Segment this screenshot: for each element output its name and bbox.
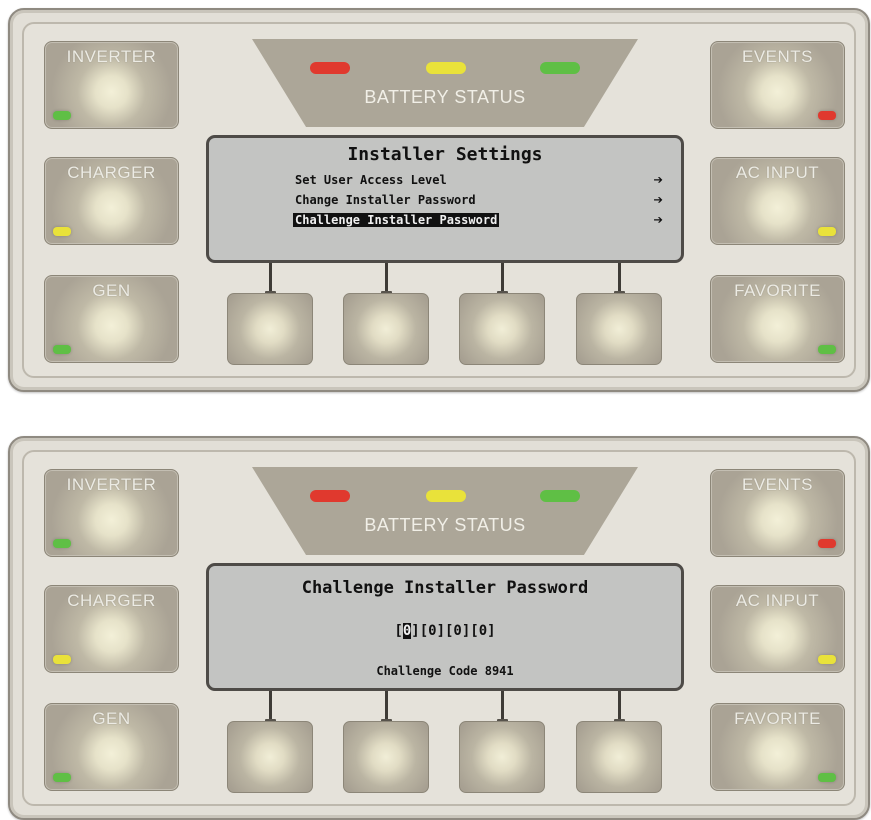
- password-digit-3[interactable]: 0: [453, 623, 461, 639]
- ac-input-label: AC INPUT: [735, 591, 820, 610]
- soft-key-connector: [381, 691, 392, 723]
- screen-title: Challenge Installer Password: [301, 578, 589, 598]
- arrow-right-icon: ➔: [653, 170, 663, 189]
- soft-key-connector: [265, 263, 276, 295]
- soft-key-3[interactable]: [459, 721, 545, 793]
- soft-key-connector: [265, 691, 276, 723]
- events-led: [818, 539, 836, 548]
- challenge-code: Challenge Code 8941: [376, 664, 514, 678]
- menu-item-change-installer-password[interactable]: Change Installer Password: [293, 193, 478, 207]
- charger-label: CHARGER: [67, 591, 156, 610]
- inverter-led: [53, 111, 71, 120]
- ac-input-led: [818, 227, 836, 236]
- soft-key-connector: [381, 263, 392, 295]
- arrow-right-icon: ➔: [653, 210, 663, 229]
- soft-key-connector: [497, 691, 508, 723]
- gen-button[interactable]: GEN: [44, 703, 179, 791]
- favorite-button[interactable]: FAVORITE: [710, 275, 845, 363]
- favorite-led: [818, 773, 836, 782]
- gen-label: GEN: [92, 709, 131, 728]
- battery-led-yellow: [426, 62, 466, 74]
- gen-label: GEN: [92, 281, 131, 300]
- soft-key-4[interactable]: [576, 721, 662, 793]
- soft-key-connector: [497, 263, 508, 295]
- gen-button[interactable]: GEN: [44, 275, 179, 363]
- soft-key-1[interactable]: [227, 721, 313, 793]
- events-led: [818, 111, 836, 120]
- soft-key-2[interactable]: [343, 721, 429, 793]
- events-button[interactable]: EVENTS: [710, 469, 845, 557]
- soft-key-2[interactable]: [343, 293, 429, 365]
- password-digit-4[interactable]: 0: [479, 623, 487, 639]
- ac-input-button[interactable]: AC INPUT: [710, 157, 845, 245]
- favorite-button[interactable]: FAVORITE: [710, 703, 845, 791]
- battery-status-indicator: BATTERY STATUS: [252, 39, 638, 127]
- inverter-led: [53, 539, 71, 548]
- charger-label: CHARGER: [67, 163, 156, 182]
- ac-input-label: AC INPUT: [735, 163, 820, 182]
- favorite-label: FAVORITE: [734, 281, 821, 300]
- lcd-screen: Installer Settings Set User Access Level…: [206, 135, 684, 263]
- soft-key-connector: [614, 263, 625, 295]
- charger-led: [53, 655, 71, 664]
- password-digit-entry[interactable]: [0][0][0][0]: [209, 623, 681, 639]
- battery-led-green: [540, 62, 580, 74]
- inverter-label: INVERTER: [66, 475, 157, 494]
- inverter-button[interactable]: INVERTER: [44, 469, 179, 557]
- favorite-led: [818, 345, 836, 354]
- charger-button[interactable]: CHARGER: [44, 585, 179, 673]
- ac-input-led: [818, 655, 836, 664]
- battery-status-label: BATTERY STATUS: [364, 87, 526, 107]
- inverter-button[interactable]: INVERTER: [44, 41, 179, 129]
- events-button[interactable]: EVENTS: [710, 41, 845, 129]
- arrow-right-icon: ➔: [653, 190, 663, 209]
- battery-led-green: [540, 490, 580, 502]
- soft-key-4[interactable]: [576, 293, 662, 365]
- charger-led: [53, 227, 71, 236]
- control-panel-challenge-password: INVERTER CHARGER GEN EVENTS AC INPUT FAV…: [8, 436, 870, 820]
- password-digit-1[interactable]: 0: [402, 623, 412, 639]
- events-label: EVENTS: [741, 47, 814, 66]
- control-panel-installer-settings: INVERTER CHARGER GEN EVENTS AC INPUT FAV…: [8, 8, 870, 392]
- battery-status-label: BATTERY STATUS: [364, 515, 526, 535]
- gen-led: [53, 345, 71, 354]
- favorite-label: FAVORITE: [734, 709, 821, 728]
- soft-key-1[interactable]: [227, 293, 313, 365]
- charger-button[interactable]: CHARGER: [44, 157, 179, 245]
- password-digit-2[interactable]: 0: [428, 623, 436, 639]
- ac-input-button[interactable]: AC INPUT: [710, 585, 845, 673]
- events-label: EVENTS: [741, 475, 814, 494]
- screen-title: Installer Settings: [347, 144, 543, 165]
- battery-led-yellow: [426, 490, 466, 502]
- soft-key-3[interactable]: [459, 293, 545, 365]
- battery-led-red: [310, 490, 350, 502]
- battery-status-indicator: BATTERY STATUS: [252, 467, 638, 555]
- lcd-screen: Challenge Installer Password [0][0][0][0…: [206, 563, 684, 691]
- inverter-label: INVERTER: [66, 47, 157, 66]
- battery-led-red: [310, 62, 350, 74]
- soft-key-connector: [614, 691, 625, 723]
- menu-item-set-user-access-level[interactable]: Set User Access Level: [293, 173, 449, 187]
- menu-item-challenge-installer-password[interactable]: Challenge Installer Password: [293, 213, 500, 227]
- gen-led: [53, 773, 71, 782]
